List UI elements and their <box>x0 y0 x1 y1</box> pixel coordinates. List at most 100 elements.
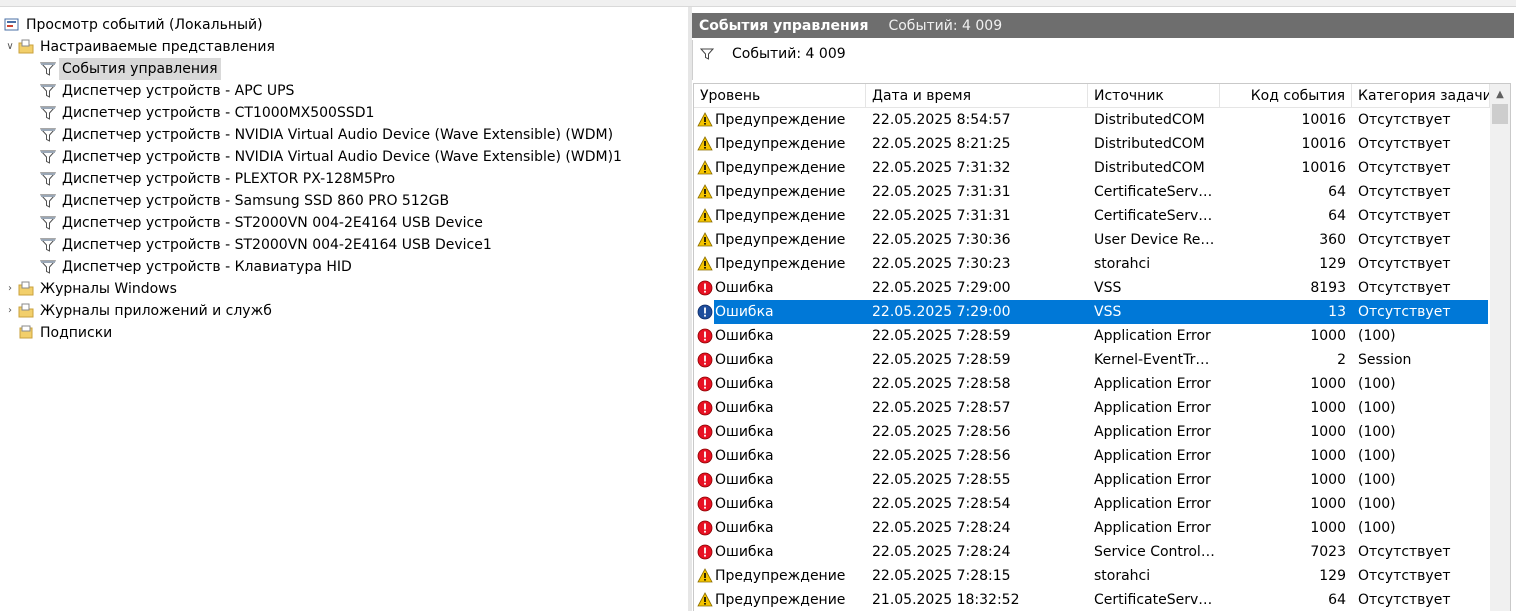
tree-item-subscriptions[interactable]: Подписки <box>18 322 115 344</box>
level-text: Ошибка <box>715 424 774 440</box>
folder-icon <box>18 281 34 297</box>
tree-item-custom-view[interactable]: Диспетчер устройств - PLEXTOR PX-128M5Pr… <box>40 168 398 190</box>
tree-item-custom-view[interactable]: События управления <box>40 58 221 80</box>
properties-toolbar-icon[interactable] <box>81 0 97 6</box>
tree-item-custom-views[interactable]: ∨ Настраиваемые представления <box>4 36 278 58</box>
cell-category: Отсутствует <box>1358 136 1451 152</box>
chevron-down-icon[interactable]: ∨ <box>4 36 16 58</box>
cell-source: Application Error <box>1094 520 1211 536</box>
event-row[interactable]: Ошибка 22.05.2025 7:29:00 VSS 13 Отсутствует <box>694 300 1490 324</box>
event-row[interactable]: Предупреждение 22.05.2025 8:54:57 Distribu… <box>694 108 1490 132</box>
level-text: Ошибка <box>715 472 774 488</box>
tree-item-custom-view[interactable]: Диспетчер устройств - ST2000VN 004-2E416… <box>40 212 486 234</box>
cell-source: Application Error <box>1094 424 1211 440</box>
cell-event-id: 64 <box>1328 592 1346 608</box>
level-text: Предупреждение <box>715 232 846 248</box>
col-source[interactable]: Источник <box>1088 84 1220 108</box>
cell-level: Ошибка <box>694 420 866 444</box>
event-row[interactable]: Ошибка 22.05.2025 7:28:24 Application Erro… <box>694 516 1490 540</box>
event-row[interactable]: Предупреждение 22.05.2025 7:31:31 Certific… <box>694 204 1490 228</box>
cell-event-id: 1000 <box>1310 448 1346 464</box>
event-row[interactable]: Ошибка 22.05.2025 7:28:56 Application Erro… <box>694 444 1490 468</box>
help-toolbar-icon[interactable] <box>110 0 124 6</box>
scroll-thumb[interactable] <box>1492 104 1508 124</box>
view-toolbar-icon[interactable] <box>135 0 151 6</box>
level-text: Предупреждение <box>715 184 846 200</box>
tree-item-custom-view[interactable]: Диспетчер устройств - ST2000VN 004-2E416… <box>40 234 495 256</box>
event-row[interactable]: Ошибка 22.05.2025 7:28:56 Application Erro… <box>694 420 1490 444</box>
level-text: Ошибка <box>715 280 774 296</box>
warning-icon <box>697 112 713 128</box>
event-row[interactable]: Предупреждение 22.05.2025 7:31:31 Certific… <box>694 180 1490 204</box>
cell-level: Предупреждение <box>694 564 866 588</box>
filter-icon <box>40 61 56 77</box>
tree-item-custom-view[interactable]: Диспетчер устройств - CT1000MX500SSD1 <box>40 102 377 124</box>
cell-level: Предупреждение <box>694 588 866 611</box>
col-event-id[interactable]: Код события <box>1220 84 1352 108</box>
event-row[interactable]: Ошибка 22.05.2025 7:28:59 Kernel-EventTrac… <box>694 348 1490 372</box>
event-row[interactable]: Ошибка 22.05.2025 7:28:57 Application Erro… <box>694 396 1490 420</box>
tree-item-root[interactable]: Просмотр событий (Локальный) <box>4 14 266 36</box>
tree-item-custom-view[interactable]: Диспетчер устройств - Samsung SSD 860 PR… <box>40 190 452 212</box>
tree-item-label: Диспетчер устройств - ST2000VN 004-2E416… <box>62 215 483 231</box>
warning-icon <box>697 160 713 176</box>
event-row[interactable]: Ошибка 22.05.2025 7:28:54 Application Erro… <box>694 492 1490 516</box>
event-row[interactable]: Предупреждение 22.05.2025 7:30:23 storahci… <box>694 252 1490 276</box>
cell-source: Kernel-EventTrac... <box>1094 352 1216 368</box>
cell-level: Предупреждение <box>694 204 866 228</box>
chevron-right-icon[interactable]: › <box>4 278 16 300</box>
tree-item-label: Диспетчер устройств - NVIDIA Virtual Aud… <box>62 127 614 143</box>
event-row[interactable]: Ошибка 22.05.2025 7:28:24 Service Control … <box>694 540 1490 564</box>
cell-category: Отсутствует <box>1358 232 1451 248</box>
back-icon[interactable] <box>6 0 20 6</box>
tree-item-custom-view[interactable]: Диспетчер устройств - APC UPS <box>40 80 297 102</box>
event-row[interactable]: Предупреждение 22.05.2025 7:28:15 storahci… <box>694 564 1490 588</box>
cell-level: Ошибка <box>694 372 866 396</box>
tree-item-custom-view[interactable]: Диспетчер устройств - NVIDIA Virtual Aud… <box>40 124 616 146</box>
cell-level: Предупреждение <box>694 228 866 252</box>
event-row[interactable]: Ошибка 22.05.2025 7:28:59 Application Erro… <box>694 324 1490 348</box>
event-row[interactable]: Ошибка 22.05.2025 7:28:55 Application Erro… <box>694 468 1490 492</box>
event-row[interactable]: Ошибка 22.05.2025 7:29:00 VSS 8193 Отсутству… <box>694 276 1490 300</box>
cell-source: storahci <box>1094 568 1151 584</box>
tree-item-label: Диспетчер устройств - Клавиатура HID <box>62 259 352 275</box>
event-row[interactable]: Предупреждение 21.05.2025 18:32:52 Certifi… <box>694 588 1490 611</box>
cell-datetime: 22.05.2025 7:31:32 <box>872 160 1011 176</box>
filter-icon <box>40 83 56 99</box>
cell-event-id: 64 <box>1328 184 1346 200</box>
scroll-up-icon[interactable]: ▲ <box>1490 84 1510 104</box>
tree-item-custom-view[interactable]: Диспетчер устройств - Клавиатура HID <box>40 256 355 278</box>
cell-source: DistributedCOM <box>1094 112 1205 128</box>
chevron-right-icon[interactable]: › <box>4 300 16 322</box>
error-icon <box>697 352 713 368</box>
cell-category: (100) <box>1358 328 1396 344</box>
folder-toolbar-icon[interactable] <box>58 0 72 6</box>
tree-item-windows-logs[interactable]: › Журналы Windows <box>4 278 180 300</box>
col-category[interactable]: Категория задачи <box>1352 84 1490 108</box>
cell-datetime: 22.05.2025 7:28:56 <box>872 448 1011 464</box>
event-row[interactable]: Предупреждение 22.05.2025 8:21:25 Distribu… <box>694 132 1490 156</box>
subscriptions-icon <box>18 325 34 341</box>
filter-icon <box>699 46 715 62</box>
vertical-scrollbar[interactable]: ▲ <box>1490 84 1510 611</box>
col-datetime[interactable]: Дата и время <box>866 84 1088 108</box>
event-row[interactable]: Предупреждение 22.05.2025 7:31:32 Distribu… <box>694 156 1490 180</box>
events-header: События управления Событий: 4 009 <box>692 13 1514 38</box>
cell-event-id: 1000 <box>1310 496 1346 512</box>
level-text: Предупреждение <box>715 256 846 272</box>
cell-source: Service Control ... <box>1094 544 1216 560</box>
column-headers: Уровень Дата и время Источник Код событи… <box>694 84 1490 108</box>
filter-icon <box>40 127 56 143</box>
cell-category: Отсутствует <box>1358 256 1451 272</box>
event-row[interactable]: Предупреждение 22.05.2025 7:30:36 User Dev… <box>694 228 1490 252</box>
event-rows: Предупреждение 22.05.2025 8:54:57 Distribu… <box>694 108 1490 611</box>
cell-datetime: 22.05.2025 7:28:55 <box>872 472 1011 488</box>
cell-source: Application Error <box>1094 472 1211 488</box>
tree-item-custom-view[interactable]: Диспетчер устройств - NVIDIA Virtual Aud… <box>40 146 625 168</box>
event-row[interactable]: Ошибка 22.05.2025 7:28:58 Application Erro… <box>694 372 1490 396</box>
forward-icon[interactable] <box>30 0 44 6</box>
cell-datetime: 22.05.2025 8:21:25 <box>872 136 1011 152</box>
level-text: Ошибка <box>715 376 774 392</box>
tree-item-app-logs[interactable]: › Журналы приложений и служб <box>4 300 275 322</box>
col-level[interactable]: Уровень <box>694 84 866 108</box>
